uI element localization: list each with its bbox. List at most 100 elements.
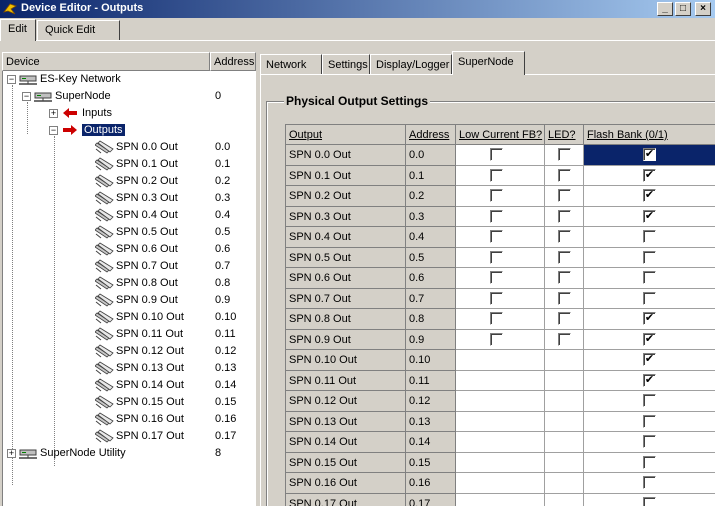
led-checkbox[interactable] bbox=[558, 209, 571, 223]
flash-bank-cell[interactable] bbox=[584, 453, 715, 473]
low-current-fb-checkbox[interactable] bbox=[490, 271, 503, 284]
low-current-fb-checkbox[interactable] bbox=[490, 189, 503, 202]
flash-bank-checkbox[interactable] bbox=[643, 455, 656, 469]
low-current-fb-cell[interactable] bbox=[456, 227, 545, 248]
column-header-flash-bank[interactable]: Flash Bank (0/1) bbox=[584, 125, 715, 145]
low-current-fb-checkbox[interactable] bbox=[490, 250, 503, 264]
low-current-fb-checkbox[interactable] bbox=[490, 148, 503, 161]
flash-bank-cell[interactable] bbox=[584, 432, 715, 453]
led-cell[interactable] bbox=[545, 165, 584, 186]
tree-node[interactable]: SPN 0.9 Out 0.9 bbox=[3, 292, 256, 309]
tab-supernode[interactable]: SuperNode bbox=[452, 51, 525, 75]
low-current-fb-checkbox[interactable] bbox=[490, 209, 503, 223]
tree-node[interactable]: − Outputs bbox=[3, 122, 256, 139]
flash-bank-checkbox[interactable] bbox=[643, 291, 656, 305]
tree-node[interactable]: SPN 0.3 Out 0.3 bbox=[3, 190, 256, 207]
low-current-fb-cell[interactable] bbox=[456, 247, 545, 268]
low-current-fb-cell[interactable] bbox=[456, 309, 545, 330]
low-current-fb-cell[interactable] bbox=[456, 145, 545, 166]
tab-quick-edit[interactable]: Quick Edit bbox=[37, 20, 120, 40]
led-cell[interactable] bbox=[545, 288, 584, 309]
low-current-fb-cell[interactable] bbox=[456, 329, 545, 350]
tree-node[interactable]: SPN 0.1 Out 0.1 bbox=[3, 156, 256, 173]
flash-bank-checkbox[interactable]: ✔ bbox=[643, 312, 656, 325]
led-checkbox[interactable] bbox=[558, 148, 571, 161]
flash-bank-checkbox[interactable]: ✔ bbox=[643, 168, 656, 182]
led-cell[interactable] bbox=[545, 206, 584, 227]
flash-bank-checkbox[interactable] bbox=[643, 271, 656, 284]
tree-node[interactable]: SPN 0.14 Out 0.14 bbox=[3, 377, 256, 394]
collapse-toggle-icon[interactable]: − bbox=[22, 92, 31, 101]
low-current-fb-cell[interactable] bbox=[456, 165, 545, 186]
flash-bank-checkbox[interactable]: ✔ bbox=[643, 373, 656, 387]
flash-bank-checkbox[interactable] bbox=[643, 394, 656, 407]
led-checkbox[interactable] bbox=[558, 312, 571, 325]
tree-node[interactable]: SPN 0.5 Out 0.5 bbox=[3, 224, 256, 241]
flash-bank-checkbox[interactable] bbox=[643, 230, 656, 243]
maximize-button[interactable]: □ bbox=[675, 2, 691, 16]
led-cell[interactable] bbox=[545, 309, 584, 330]
tree-node[interactable]: SPN 0.0 Out 0.0 bbox=[3, 139, 256, 156]
flash-bank-checkbox[interactable]: ✔ bbox=[643, 148, 656, 161]
close-button[interactable]: × bbox=[695, 2, 711, 16]
flash-bank-cell[interactable] bbox=[584, 227, 715, 248]
led-checkbox[interactable] bbox=[558, 291, 571, 305]
column-header-low-current-fb[interactable]: Low Current FB? bbox=[456, 125, 545, 145]
tree-node[interactable]: − SuperNode 0 bbox=[3, 88, 256, 105]
tree-node[interactable]: + Inputs bbox=[3, 105, 256, 122]
flash-bank-cell[interactable]: ✔ bbox=[584, 350, 715, 371]
led-checkbox[interactable] bbox=[558, 250, 571, 264]
low-current-fb-cell[interactable] bbox=[456, 268, 545, 289]
column-header-output[interactable]: Output bbox=[286, 125, 406, 145]
flash-bank-cell[interactable] bbox=[584, 268, 715, 289]
led-checkbox[interactable] bbox=[558, 271, 571, 284]
led-cell[interactable] bbox=[545, 186, 584, 207]
expand-toggle-icon[interactable]: + bbox=[7, 449, 16, 458]
tree-node[interactable]: − ES-Key Network bbox=[3, 71, 256, 88]
flash-bank-cell[interactable]: ✔ bbox=[584, 309, 715, 330]
column-header-led[interactable]: LED? bbox=[545, 125, 584, 145]
tab-network[interactable]: Network bbox=[260, 54, 322, 74]
column-header-address[interactable]: Address bbox=[406, 125, 456, 145]
flash-bank-checkbox[interactable] bbox=[643, 496, 656, 506]
column-header-address[interactable]: Address bbox=[210, 52, 256, 71]
flash-bank-cell[interactable]: ✔ bbox=[584, 371, 715, 391]
flash-bank-cell[interactable] bbox=[584, 289, 715, 309]
low-current-fb-cell[interactable] bbox=[456, 186, 545, 207]
flash-bank-checkbox[interactable] bbox=[643, 476, 656, 489]
tab-display-logger[interactable]: Display/Logger bbox=[370, 54, 452, 74]
led-cell[interactable] bbox=[545, 247, 584, 268]
low-current-fb-cell[interactable] bbox=[456, 288, 545, 309]
tree-node[interactable]: SPN 0.13 Out 0.13 bbox=[3, 360, 256, 377]
low-current-fb-checkbox[interactable] bbox=[490, 291, 503, 305]
led-checkbox[interactable] bbox=[558, 332, 571, 346]
tree-node[interactable]: SPN 0.2 Out 0.2 bbox=[3, 173, 256, 190]
flash-bank-cell[interactable]: ✔ bbox=[584, 330, 715, 350]
flash-bank-cell[interactable] bbox=[584, 391, 715, 412]
tree-node[interactable]: SPN 0.8 Out 0.8 bbox=[3, 275, 256, 292]
led-cell[interactable] bbox=[545, 145, 584, 166]
led-cell[interactable] bbox=[545, 329, 584, 350]
flash-bank-checkbox[interactable] bbox=[643, 250, 656, 264]
low-current-fb-checkbox[interactable] bbox=[490, 332, 503, 346]
device-tree[interactable]: − ES-Key Network − SuperNode 0 + Inputs − Output… bbox=[2, 71, 256, 506]
led-checkbox[interactable] bbox=[558, 168, 571, 182]
flash-bank-cell[interactable] bbox=[584, 473, 715, 494]
low-current-fb-checkbox[interactable] bbox=[490, 230, 503, 243]
tree-node[interactable]: SPN 0.16 Out 0.16 bbox=[3, 411, 256, 428]
led-checkbox[interactable] bbox=[558, 230, 571, 243]
tab-settings[interactable]: Settings bbox=[322, 54, 370, 74]
tree-node[interactable]: + SuperNode Utility 8 bbox=[3, 445, 256, 462]
expand-toggle-icon[interactable]: + bbox=[49, 109, 58, 118]
flash-bank-checkbox[interactable]: ✔ bbox=[643, 209, 656, 223]
tree-node[interactable]: SPN 0.15 Out 0.15 bbox=[3, 394, 256, 411]
minimize-button[interactable]: _ bbox=[657, 2, 673, 16]
tree-node[interactable]: SPN 0.6 Out 0.6 bbox=[3, 241, 256, 258]
tree-node[interactable]: SPN 0.12 Out 0.12 bbox=[3, 343, 256, 360]
flash-bank-checkbox[interactable]: ✔ bbox=[643, 189, 656, 202]
flash-bank-checkbox[interactable] bbox=[643, 435, 656, 448]
low-current-fb-cell[interactable] bbox=[456, 206, 545, 227]
tree-node[interactable]: SPN 0.17 Out 0.17 bbox=[3, 428, 256, 445]
flash-bank-cell[interactable] bbox=[584, 494, 715, 506]
led-cell[interactable] bbox=[545, 227, 584, 248]
